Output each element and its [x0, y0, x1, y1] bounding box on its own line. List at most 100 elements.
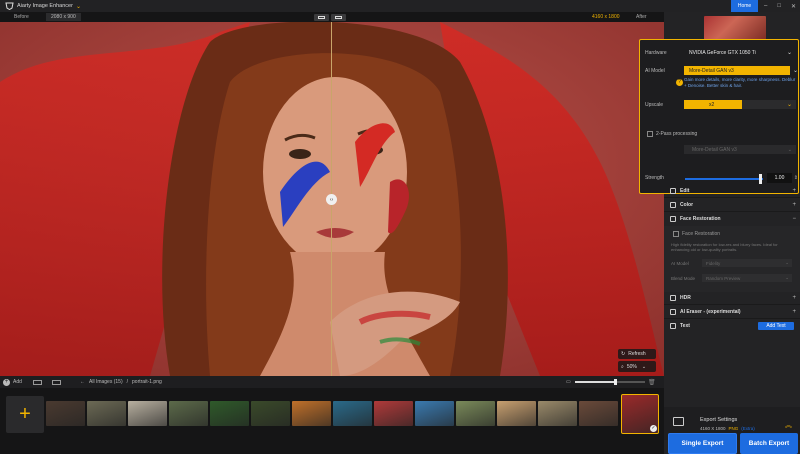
refresh-label: Refresh — [628, 351, 646, 357]
add-image-tile[interactable]: + — [6, 396, 44, 433]
thumbnail-size-control: ▭ — [566, 379, 645, 385]
divider — [664, 211, 800, 212]
thumbnail-size-slider[interactable] — [574, 379, 645, 385]
thumbnail-item[interactable] — [456, 401, 495, 426]
thumbnail-list: ✓ — [46, 394, 659, 434]
eraser-icon — [670, 308, 676, 315]
compare-drag-handle-icon[interactable]: ‹› — [326, 194, 337, 205]
hardware-select[interactable]: NVIDIA GeForce GTX 1050 Ti ⌄ — [684, 48, 796, 57]
refresh-button[interactable]: ↻ Refresh — [618, 349, 656, 359]
plus-icon: + — [19, 403, 31, 425]
two-pass-model-value: More-Detail GAN v3 — [692, 146, 737, 153]
add-text-button[interactable]: Add Text — [758, 322, 794, 330]
upscale-dropdown-area[interactable]: ⌄ — [742, 100, 796, 109]
section-ai-eraser[interactable]: AI Eraser - (experimental) + — [670, 307, 796, 316]
text-icon — [670, 322, 676, 329]
face-restoration-checkbox[interactable] — [673, 231, 679, 237]
maximize-icon[interactable]: □ — [777, 3, 781, 9]
face-icon — [670, 215, 676, 222]
stepper-icon[interactable]: ⇕ — [794, 175, 798, 181]
breadcrumb-back-icon[interactable]: ← — [80, 379, 85, 385]
thumbnail-item[interactable]: ✓ — [621, 394, 659, 434]
face-restoration-toggle[interactable]: Face Restoration — [673, 231, 720, 237]
thumbnail-item[interactable] — [538, 401, 577, 426]
strength-value-field[interactable]: 1.00 ⇕ — [767, 173, 798, 183]
slider-knob[interactable] — [614, 379, 618, 385]
thumbnail-item[interactable] — [46, 401, 85, 426]
close-icon[interactable]: ✕ — [791, 3, 796, 10]
zoom-icon: ⌕ — [621, 363, 624, 370]
section-hdr-label: HDR — [680, 294, 691, 301]
add-label: Add — [13, 379, 22, 385]
face-restoration-panel: Face Restoration High fidelity restorati… — [664, 226, 800, 292]
face-restoration-description: High fidelity restoration for low-res an… — [671, 242, 778, 252]
chevron-down-icon: ⌄ — [785, 275, 789, 280]
two-pass-checkbox[interactable] — [647, 131, 653, 137]
thumbnail-item[interactable] — [210, 401, 249, 426]
chevron-down-icon: ⌄ — [785, 260, 789, 265]
breadcrumb-file: portrait-1.png — [132, 379, 162, 385]
single-export-button[interactable]: Single Export — [668, 433, 737, 454]
strength-slider[interactable] — [685, 178, 763, 180]
upscale-label: Upscale — [645, 102, 664, 108]
single-view-button[interactable] — [314, 13, 329, 21]
divider — [664, 318, 800, 319]
before-label: Before — [14, 14, 29, 20]
section-face-restoration[interactable]: Face Restoration − — [670, 214, 796, 223]
chevron-up-icon[interactable]: ︽ — [785, 420, 792, 430]
collapse-minus-icon[interactable]: − — [792, 216, 796, 222]
chevron-down-icon: ⌄ — [792, 68, 798, 74]
image-canvas[interactable]: ‹› ↻ Refresh ⌕ 50% ⌄ — [0, 22, 664, 376]
expand-plus-icon[interactable]: + — [792, 295, 796, 301]
help-icon[interactable]: ? — [676, 79, 683, 86]
delete-icon[interactable]: 🗑 — [648, 379, 656, 386]
expand-plus-icon[interactable]: + — [792, 309, 796, 315]
thumbnail-item[interactable] — [415, 401, 454, 426]
grid-view-icon[interactable] — [52, 379, 61, 385]
thumbnail-item[interactable] — [128, 401, 167, 426]
add-images-button[interactable]: + Add — [3, 378, 22, 386]
before-resolution: 2080 x 900 — [46, 13, 81, 21]
minimize-icon[interactable]: – — [764, 3, 767, 9]
expand-plus-icon[interactable]: + — [792, 202, 796, 208]
export-extra: (Extra) — [741, 426, 755, 431]
batch-export-button[interactable]: Batch Export — [740, 433, 798, 454]
strength-slider-knob[interactable] — [759, 174, 762, 184]
window-controls: – □ ✕ — [764, 0, 796, 12]
split-view-button[interactable] — [331, 13, 346, 21]
section-hdr[interactable]: HDR + — [670, 293, 796, 302]
upscale-select[interactable]: x2 — [684, 100, 742, 109]
two-pass-toggle[interactable]: 2-Pass processing — [647, 131, 697, 137]
slider-fill — [574, 381, 616, 383]
expand-plus-icon[interactable]: + — [792, 188, 796, 194]
zoom-select[interactable]: ⌕ 50% ⌄ — [618, 361, 656, 372]
section-face-label: Face Restoration — [680, 215, 721, 222]
ai-model-select[interactable]: More-Detail GAN v3 ⌄ — [684, 66, 798, 75]
right-panel: Hardware NVIDIA GeForce GTX 1050 Ti ⌄ AI… — [639, 12, 800, 454]
after-label: After — [636, 14, 647, 20]
two-pass-label: 2-Pass processing — [656, 131, 698, 137]
thumbnail-item[interactable] — [579, 401, 618, 426]
home-button[interactable]: Home — [731, 0, 758, 12]
hdr-icon — [670, 294, 676, 301]
section-edit[interactable]: Edit + — [670, 186, 796, 195]
thumbnail-item[interactable] — [292, 401, 331, 426]
thumbnail-item[interactable] — [87, 401, 126, 426]
thumbnail-item[interactable] — [497, 401, 536, 426]
thumbnail-item[interactable] — [333, 401, 372, 426]
section-ai-eraser-label: AI Eraser - (experimental) — [680, 308, 741, 315]
breadcrumb-root[interactable]: All Images (15) — [89, 379, 123, 385]
export-settings-summary: 4160 X 1800 PNG (Extra) — [700, 426, 755, 431]
thumbnail-item[interactable] — [251, 401, 290, 426]
divider — [664, 304, 800, 305]
app-menu-chevron-icon[interactable]: ⌄ — [76, 3, 81, 10]
section-color[interactable]: Color + — [670, 200, 796, 209]
thumbnail-item[interactable] — [374, 401, 413, 426]
after-resolution: 4160 x 1800 — [592, 14, 620, 20]
filmstrip-view-icon[interactable] — [33, 379, 42, 385]
chevron-down-icon: ⌄ — [786, 102, 792, 108]
upscale-value: x2 — [709, 101, 715, 108]
view-mode-icons — [33, 379, 61, 385]
image-size-icon: ▭ — [566, 379, 571, 385]
thumbnail-item[interactable] — [169, 401, 208, 426]
